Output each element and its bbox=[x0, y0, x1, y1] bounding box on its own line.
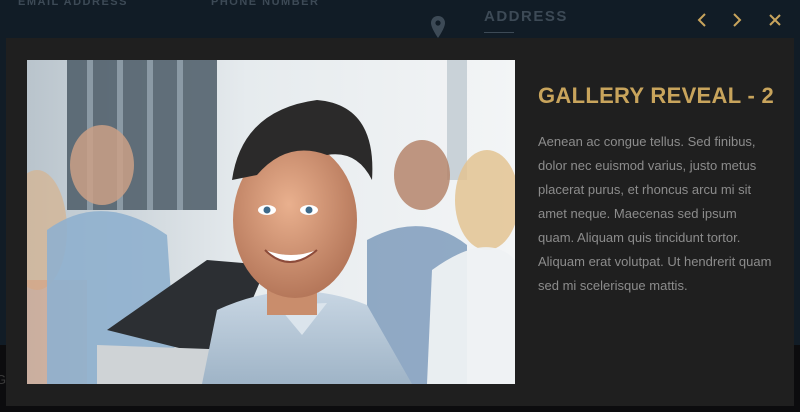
gallery-caption: GALLERY REVEAL - 2 Aenean ac congue tell… bbox=[538, 80, 776, 298]
close-button[interactable] bbox=[764, 10, 786, 30]
email-address-label: EMAIL ADDRESS bbox=[18, 0, 128, 8]
address-heading: ADDRESS bbox=[484, 8, 568, 25]
page: EMAIL ADDRESS PHONE NUMBER ADDRESS G GAL… bbox=[0, 0, 800, 412]
address-underline bbox=[484, 32, 514, 33]
background-contact-labels: EMAIL ADDRESS PHONE NUMBER bbox=[18, 0, 478, 16]
gallery-title: GALLERY REVEAL - 2 bbox=[538, 83, 775, 108]
map-pin-icon bbox=[431, 16, 445, 38]
phone-number-label: PHONE NUMBER bbox=[211, 0, 320, 8]
gallery-description: Aenean ac congue tellus. Sed finibus, do… bbox=[538, 134, 772, 293]
gallery-modal: GALLERY REVEAL - 2 Aenean ac congue tell… bbox=[6, 38, 794, 406]
gallery-image bbox=[27, 60, 515, 384]
chevron-left-icon bbox=[697, 13, 707, 27]
previous-button[interactable] bbox=[691, 10, 713, 30]
close-icon bbox=[768, 13, 782, 27]
next-button[interactable] bbox=[726, 10, 748, 30]
chevron-right-icon bbox=[732, 13, 742, 27]
